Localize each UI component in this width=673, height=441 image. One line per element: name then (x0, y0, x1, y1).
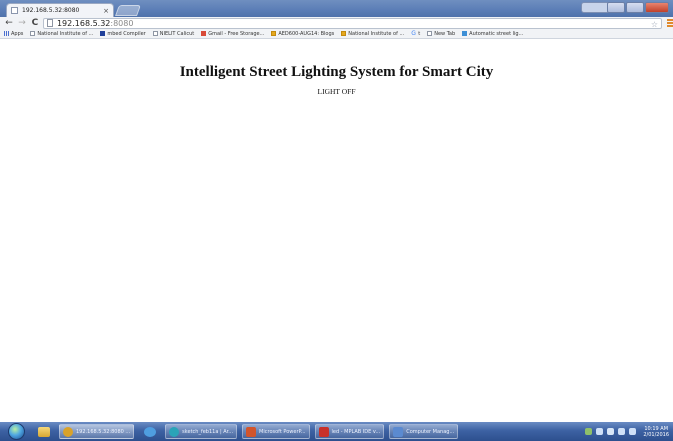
bookmark-nielit-calicut[interactable]: NIELIT Calicut (152, 30, 195, 37)
bookmark-label: Apps (11, 30, 24, 37)
taskbar-item-powerpoint[interactable]: Microsoft PowerP... (242, 424, 310, 439)
close-window-button[interactable] (645, 2, 669, 13)
bookmark-label: National Institute of ... (348, 30, 405, 37)
page-icon (46, 19, 53, 27)
taskbar-item-computer-management[interactable]: Computer Manag... (389, 424, 459, 439)
browser-toolbar: ← → C 192.168.5.32 :8080 ☆ (0, 17, 673, 29)
mbed-icon (100, 31, 106, 36)
internet-explorer-icon (144, 426, 157, 437)
back-arrow-icon[interactable]: ← (4, 17, 14, 29)
system-clock[interactable]: 10:19 AM 2/01/2016 (643, 426, 669, 438)
bookmark-label: AED600-AUG14: Blogs (278, 30, 335, 37)
bookmark-apps[interactable]: Apps (4, 31, 23, 37)
google-icon: G (411, 30, 416, 37)
url-port: :8080 (110, 18, 134, 28)
clock-date: 2/01/2016 (643, 431, 669, 438)
arduino-icon (169, 426, 180, 437)
bookmark-label: National Institute of ... (37, 30, 94, 37)
page-icon (30, 31, 36, 36)
computer-management-icon (393, 426, 404, 437)
system-tray: 10:19 AM 2/01/2016 (581, 424, 669, 439)
bookmark-new-tab[interactable]: New Tab (427, 31, 455, 37)
chrome-icon (63, 426, 73, 437)
page-icon (427, 31, 433, 36)
forward-arrow-icon[interactable]: → (17, 17, 27, 29)
apps-icon (4, 31, 9, 36)
bookmark-label: t (418, 30, 421, 37)
bookmark-label: mbed Compiler (107, 30, 146, 37)
bookmark-national-institute[interactable]: National Institute of ... (30, 31, 93, 37)
mplab-icon (318, 426, 329, 437)
pinned-internet-explorer[interactable] (139, 424, 161, 439)
action-center-flag-icon[interactable] (607, 428, 615, 435)
tab-title: 192.168.5.32:8080 (22, 7, 80, 14)
light-status-text: LIGHT OFF (317, 87, 356, 96)
taskbar-item-label: sketch_feb11a | Ar... (182, 428, 234, 435)
page-title: Intelligent Street Lighting System for S… (179, 64, 494, 80)
address-bar[interactable]: 192.168.5.32 :8080 ☆ (42, 17, 663, 30)
tray-app-icon[interactable] (596, 428, 604, 435)
maximize-button[interactable] (626, 2, 644, 13)
taskbar-item-chrome[interactable]: 192.168.5.32:8080 ... (59, 424, 135, 439)
bookmark-mbed-compiler[interactable]: mbed Compiler (100, 30, 146, 37)
arduino-icon (462, 31, 468, 36)
minimize-button[interactable] (607, 2, 625, 13)
url-host: 192.168.5.32 (56, 18, 111, 28)
window-controls (607, 2, 669, 13)
taskbar-item-label: 192.168.5.32:8080 ... (76, 428, 131, 435)
browser-titlebar: 192.168.5.32:8080 × (0, 0, 673, 17)
new-tab-button[interactable] (114, 5, 142, 16)
bookmark-automatic-street-lighting[interactable]: Automatic street lig... (462, 31, 523, 37)
reload-icon[interactable]: C (30, 17, 40, 29)
browser-tab[interactable]: 192.168.5.32:8080 × (6, 3, 114, 17)
bookmark-national-institute-2[interactable]: National Institute of ... (341, 31, 404, 37)
gmail-icon (201, 31, 207, 36)
page-content: Intelligent Street Lighting System for S… (0, 40, 673, 422)
taskbar-item-mplab[interactable]: led - MPLAB IDE v... (314, 424, 385, 439)
bookmark-aed600-blogs[interactable]: AED600-AUG14: Blogs (271, 31, 334, 37)
start-button[interactable] (8, 423, 25, 440)
taskbar-item-label: led - MPLAB IDE v... (331, 428, 381, 435)
bookmark-label: Automatic street lig... (469, 30, 524, 37)
bookmark-google[interactable]: G t (411, 31, 420, 37)
folder-icon (38, 426, 50, 437)
powerpoint-icon (246, 426, 257, 437)
pinned-explorer[interactable] (33, 424, 55, 439)
clock-time: 10:19 AM (644, 425, 669, 432)
page-icon (152, 31, 158, 36)
taskbar-item-label: Microsoft PowerP... (259, 428, 306, 435)
bookmark-star-icon[interactable]: ☆ (651, 19, 658, 30)
bookmarks-bar: Apps National Institute of ... mbed Comp… (0, 29, 673, 39)
windows-taskbar: 192.168.5.32:8080 ... sketch_feb11a | Ar… (0, 422, 673, 441)
tab-close-icon[interactable]: × (103, 7, 109, 15)
bookmark-gmail[interactable]: Gmail - Free Storage... (201, 31, 264, 37)
volume-icon[interactable] (629, 428, 637, 435)
folder-icon (341, 31, 347, 36)
taskbar-item-label: Computer Manag... (406, 428, 455, 435)
network-icon[interactable] (618, 428, 626, 435)
bookmark-label: New Tab (434, 30, 456, 37)
tray-chevron-icon[interactable] (585, 428, 593, 435)
page-favicon-icon (11, 7, 18, 14)
bookmark-label: Gmail - Free Storage... (208, 30, 265, 37)
folder-icon (271, 31, 277, 36)
chrome-menu-icon[interactable] (667, 18, 673, 28)
taskbar-item-arduino[interactable]: sketch_feb11a | Ar... (165, 424, 238, 439)
bookmark-label: NIELIT Calicut (159, 30, 195, 37)
